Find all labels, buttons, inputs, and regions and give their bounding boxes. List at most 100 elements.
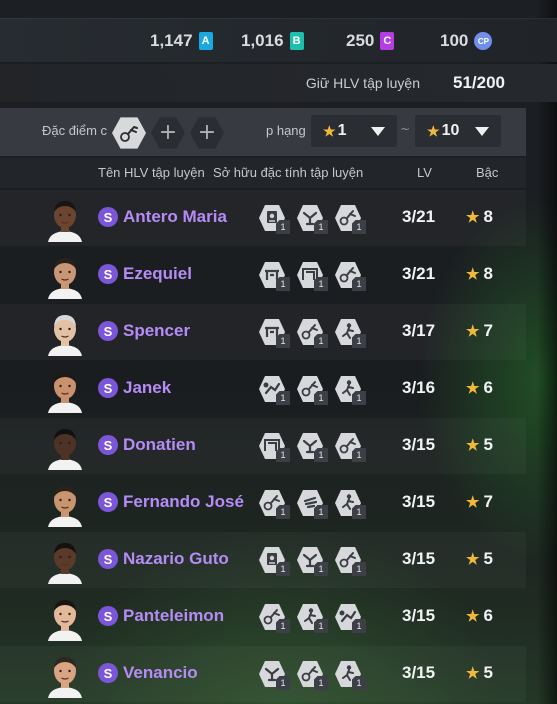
dribble-trait-icon	[120, 126, 138, 142]
trait-badge[interactable]: 1	[296, 204, 328, 234]
coach-name[interactable]: Nazario Guto	[123, 549, 229, 569]
trait-filter-slot-1[interactable]	[112, 117, 146, 149]
coach-avatar	[42, 538, 88, 584]
coach-level: 3/21	[402, 207, 436, 226]
rank-to-select[interactable]: ★ 10	[415, 115, 501, 147]
trait-badge[interactable]: 1	[258, 546, 290, 576]
trait-badge[interactable]: 1	[334, 204, 366, 234]
rank-to-value: 10	[441, 122, 460, 139]
plus-icon: +	[197, 120, 217, 145]
coach-name[interactable]: Spencer	[123, 321, 190, 341]
coach-level: 3/16	[402, 378, 436, 397]
coach-row[interactable]: S Antero Maria 1 1 1 3/21 ★ 8	[0, 190, 526, 246]
trait-badge[interactable]: 1	[334, 603, 366, 633]
header-name[interactable]: Tên HLV tập luyện	[98, 165, 205, 180]
trait-badge[interactable]: 1	[334, 546, 366, 576]
coach-grade: ★ 7	[466, 321, 493, 341]
trait-badge[interactable]: 1	[296, 660, 328, 690]
trait-level: 1	[314, 334, 328, 348]
coach-name[interactable]: Donatien	[123, 435, 196, 455]
coach-row[interactable]: S Ezequiel 1 1 1 3/21 ★ 8	[0, 247, 526, 303]
trait-list: 1 1 1	[258, 489, 366, 519]
trait-badge[interactable]: 1	[334, 261, 366, 291]
trait-badge[interactable]: 1	[334, 432, 366, 462]
currency-c: 250 C	[346, 31, 395, 51]
coach-name[interactable]: Venancio	[123, 663, 198, 683]
coach-name[interactable]: Fernando José	[123, 492, 244, 512]
keep-coach-bar: Giữ HLV tập luyện 51/200	[0, 64, 557, 102]
trait-level: 1	[352, 334, 366, 348]
star-icon: ★	[466, 551, 480, 568]
trait-badge[interactable]: 1	[296, 489, 328, 519]
coach-name[interactable]: Panteleimon	[123, 606, 224, 626]
coach-row[interactable]: S Spencer 1 1 1 3/17 ★ 7	[0, 304, 526, 360]
coach-row[interactable]: S Panteleimon 1 1 1 3/15 ★ 6	[0, 589, 526, 645]
trait-list: 1 1 1	[258, 204, 366, 234]
coach-row[interactable]: S Janek 1 1 1 3/16 ★ 6	[0, 361, 526, 417]
trait-badge[interactable]: 1	[296, 432, 328, 462]
coach-name[interactable]: Antero Maria	[123, 207, 227, 227]
trait-badge[interactable]: 1	[258, 318, 290, 348]
trait-level: 1	[276, 391, 290, 405]
coach-grade-value: 6	[483, 378, 493, 397]
trait-level: 1	[276, 505, 290, 519]
trait-badge[interactable]: 1	[258, 432, 290, 462]
trait-badge[interactable]: 1	[258, 660, 290, 690]
trait-badge[interactable]: 1	[258, 261, 290, 291]
coach-row[interactable]: S Venancio 1 1 1 3/15 ★ 5	[0, 646, 526, 702]
coach-row[interactable]: S Fernando José 1 1 1 3/15 ★ 7	[0, 475, 526, 531]
coach-level: 3/15	[402, 492, 436, 511]
tier-badge: S	[98, 549, 118, 569]
coach-row[interactable]: S Donatien 1 1 1 3/15 ★ 5	[0, 418, 526, 474]
tier-badge: S	[98, 378, 118, 398]
coach-grade-value: 7	[483, 321, 493, 340]
trait-filter-slot-2[interactable]: +	[151, 117, 185, 149]
header-lv[interactable]: LV	[417, 165, 432, 180]
trait-badge[interactable]: 1	[296, 546, 328, 576]
trait-badge[interactable]: 1	[296, 375, 328, 405]
coach-level: 3/15	[402, 549, 436, 568]
trait-list: 1 1 1	[258, 261, 366, 291]
trait-level: 1	[276, 619, 290, 633]
keep-label: Giữ HLV tập luyện	[305, 75, 420, 91]
rank-from-select[interactable]: ★ 1	[311, 115, 397, 147]
trait-level: 1	[314, 676, 328, 690]
rank-from-value: 1	[337, 122, 347, 139]
coach-row[interactable]: S Nazario Guto 1 1 1 3/15 ★ 5	[0, 532, 526, 588]
trait-badge[interactable]: 1	[334, 489, 366, 519]
trait-level: 1	[276, 334, 290, 348]
header-traits[interactable]: Sở hữu đặc tính tập luyện	[213, 165, 363, 180]
currency-b: 1,016 B	[241, 31, 304, 51]
currency-a: 1,147 A	[150, 31, 213, 51]
trait-level: 1	[352, 562, 366, 576]
trait-badge[interactable]: 1	[296, 603, 328, 633]
trait-level: 1	[352, 619, 366, 633]
rank-separator: ~	[400, 122, 411, 136]
trait-badge[interactable]: 1	[258, 204, 290, 234]
coach-level: 3/15	[402, 435, 436, 454]
trait-badge[interactable]: 1	[334, 375, 366, 405]
trait-badge[interactable]: 1	[334, 318, 366, 348]
star-icon: ★	[466, 437, 480, 454]
rank-filter-label: p hạng	[266, 123, 306, 138]
coach-name[interactable]: Janek	[123, 378, 171, 398]
trait-badge[interactable]: 1	[258, 603, 290, 633]
trait-badge[interactable]: 1	[296, 261, 328, 291]
coach-grade: ★ 5	[466, 435, 493, 455]
chevron-down-icon	[371, 127, 385, 136]
trait-badge[interactable]: 1	[258, 375, 290, 405]
coach-name[interactable]: Ezequiel	[123, 264, 192, 284]
trait-filter-slot-3[interactable]: +	[190, 117, 224, 149]
trait-level: 1	[276, 277, 290, 291]
trait-level: 1	[314, 220, 328, 234]
currency-c-icon: C	[380, 32, 395, 50]
trait-badge[interactable]: 1	[334, 660, 366, 690]
coach-grade-value: 8	[483, 264, 493, 283]
trait-list: 1 1 1	[258, 546, 366, 576]
coach-avatar	[42, 196, 88, 242]
coach-avatar	[42, 253, 88, 299]
trait-badge[interactable]: 1	[296, 318, 328, 348]
trait-badge[interactable]: 1	[258, 489, 290, 519]
header-grade[interactable]: Bậc	[476, 165, 498, 180]
trait-level: 1	[352, 220, 366, 234]
